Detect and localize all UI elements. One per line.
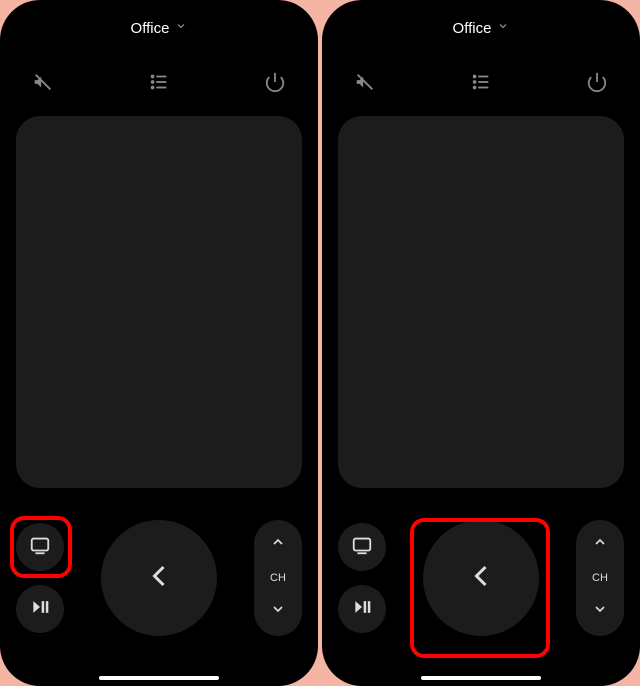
bottom-controls: CH [0,488,318,668]
back-button[interactable] [101,520,217,636]
toolbar [0,56,318,108]
channel-down-icon[interactable] [592,601,608,622]
tv-icon [351,534,373,561]
touchpad-area[interactable] [16,116,302,488]
channel-rocker: CH [254,520,302,636]
chevron-left-icon [141,558,177,599]
chevron-left-icon [463,558,499,599]
input-button[interactable] [16,523,64,571]
power-icon[interactable] [586,71,608,93]
list-icon[interactable] [470,71,492,93]
home-indicator[interactable] [99,676,219,680]
play-pause-button[interactable] [16,585,64,633]
bottom-controls: CH [322,488,640,668]
mute-icon[interactable] [354,71,376,93]
touchpad-area[interactable] [338,116,624,488]
tv-icon [29,534,51,561]
play-pause-icon [30,597,50,622]
phone-screen-left: Office [0,0,318,686]
chevron-down-icon [175,19,187,37]
left-button-group [16,523,64,633]
mute-icon[interactable] [32,71,54,93]
list-icon[interactable] [148,71,170,93]
play-pause-icon [352,597,372,622]
input-button[interactable] [338,523,386,571]
left-button-group [338,523,386,633]
channel-up-icon[interactable] [592,534,608,555]
channel-up-icon[interactable] [270,534,286,555]
device-name: Office [131,20,170,37]
power-icon[interactable] [264,71,286,93]
device-name: Office [453,20,492,37]
channel-rocker: CH [576,520,624,636]
device-selector[interactable]: Office [0,0,318,56]
home-indicator[interactable] [421,676,541,680]
chevron-down-icon [497,19,509,37]
play-pause-button[interactable] [338,585,386,633]
channel-down-icon[interactable] [270,601,286,622]
device-selector[interactable]: Office [322,0,640,56]
phone-screen-right: Office [322,0,640,686]
channel-label: CH [270,572,286,584]
channel-label: CH [592,572,608,584]
toolbar [322,56,640,108]
back-button[interactable] [423,520,539,636]
